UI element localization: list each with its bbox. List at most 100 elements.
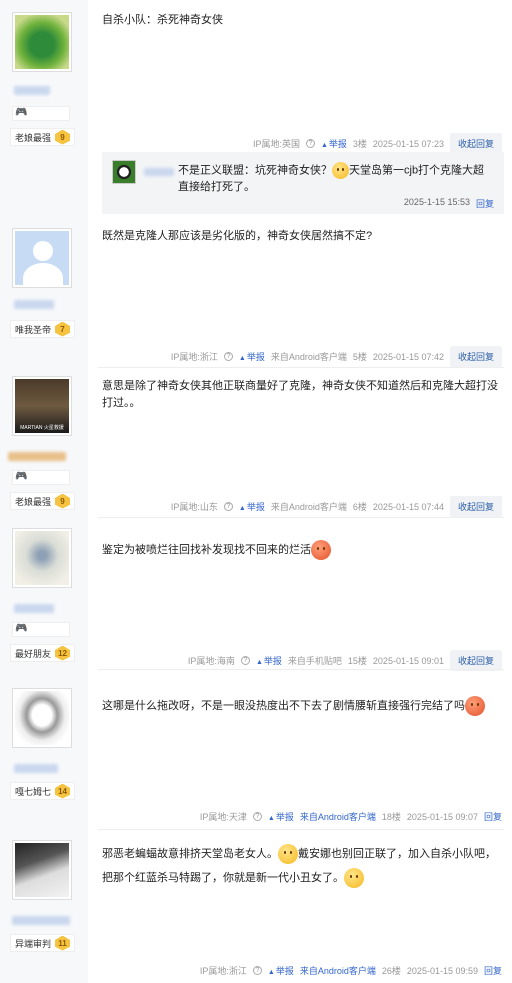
report-link[interactable]: 举报 <box>268 810 294 823</box>
reply-link[interactable]: 回复 <box>484 964 502 977</box>
sub-reply-reply-link[interactable]: 回复 <box>476 197 494 210</box>
user-sidebar: 嘎七姆七 14 <box>0 670 88 830</box>
floor-number: 18楼 <box>381 812 401 822</box>
report-link[interactable]: 举报 <box>256 654 282 667</box>
post-time: 2025-01-15 07:44 <box>372 501 444 512</box>
post-floor-6: MARTIAN 火星救援 🎮 老娘最强 9 意思是除了神奇女侠其他正联商量好了克… <box>0 368 512 518</box>
help-icon[interactable]: ? <box>240 656 250 665</box>
username[interactable] <box>12 916 70 925</box>
report-link[interactable]: 举报 <box>268 964 294 977</box>
level-badge[interactable]: 老娘最强 9 <box>10 128 76 146</box>
help-icon[interactable]: ? <box>252 812 262 821</box>
level-number: 9 <box>55 493 71 509</box>
level-badge[interactable]: 嘎七姆七 14 <box>10 782 76 800</box>
client-source[interactable]: 来自Android客户端 <box>300 964 376 977</box>
post-time: 2025-01-15 09:59 <box>406 965 478 976</box>
report-link[interactable]: 举报 <box>321 137 347 150</box>
ip-location: IP属地:英国 <box>252 139 300 149</box>
avatar[interactable] <box>12 840 72 900</box>
level-name: 异端审判 <box>15 938 52 949</box>
sub-reply: 不是正义联盟：坑死神奇女侠？ 天堂岛第一cjb打个克隆大超直接给打死了。 2025… <box>102 152 504 214</box>
user-sidebar: 🎮 老娘最强 9 <box>0 0 88 218</box>
sub-reply-time: 2025-1-15 15:53 <box>403 197 470 207</box>
post-content: 意思是除了神奇女侠其他正联商量好了克隆，神奇女侠不知道然后和克隆大超打没打过。。 <box>102 380 498 409</box>
post-time: 2025-01-15 07:23 <box>372 138 444 149</box>
floor-number: 5楼 <box>352 352 367 362</box>
help-icon[interactable]: ? <box>223 352 233 361</box>
post-time: 2025-01-15 09:07 <box>406 811 478 822</box>
sub-reply-username[interactable] <box>144 168 174 176</box>
floor-number: 15楼 <box>347 656 367 666</box>
level-name: 老娘最强 <box>15 496 52 507</box>
user-sidebar: 异端审判 11 <box>0 830 88 983</box>
level-name: 唯我圣帝 <box>15 324 52 335</box>
level-number: 11 <box>55 935 71 951</box>
post-meta: IP属地:海南? 举报 来自手机贴吧 15楼 2025-01-15 09:01 … <box>188 650 502 671</box>
collapse-reply-button[interactable]: 收起回复 <box>449 650 502 671</box>
username[interactable] <box>14 300 54 309</box>
divider <box>98 829 504 830</box>
username[interactable] <box>8 452 66 461</box>
ip-location: IP属地:浙江 <box>170 352 218 362</box>
post-floor-26: 异端审判 11 邪恶老蝙蝠故意排挤天堂岛老女人。 戴安娜也别回正联了，加入自杀小队… <box>0 830 512 983</box>
collapse-reply-button[interactable]: 收起回复 <box>449 133 502 154</box>
post-content: 既然是克隆人那应该是劣化版的，神奇女侠居然搞不定? <box>102 230 373 242</box>
level-badge[interactable]: 最好朋友 12 <box>10 644 76 662</box>
level-number: 9 <box>55 129 71 145</box>
ip-location: IP属地:天津 <box>199 812 247 822</box>
divider <box>98 517 504 518</box>
level-badge[interactable]: 老娘最强 9 <box>10 492 76 510</box>
sub-reply-content: 不是正义联盟：坑死神奇女侠？ 天堂岛第一cjb打个克隆大超直接给打死了。 <box>178 162 494 196</box>
client-source: 来自手机贴吧 <box>287 656 342 666</box>
avatar[interactable]: MARTIAN 火星救援 <box>12 376 72 436</box>
post-meta: IP属地:山东? 举报 来自Android客户端 6楼 2025-01-15 0… <box>171 496 502 517</box>
username[interactable] <box>14 86 50 95</box>
avatar[interactable] <box>12 12 72 72</box>
post-floor-5: 唯我圣帝 7 既然是克隆人那应该是劣化版的，神奇女侠居然搞不定? IP属地:浙江… <box>0 218 512 368</box>
floor-number: 26楼 <box>381 966 401 976</box>
report-link[interactable]: 举报 <box>239 500 265 513</box>
angry-emoji-icon <box>465 696 485 716</box>
level-name: 最好朋友 <box>15 648 52 659</box>
post-text: 鉴定为被喷烂往回找补发现找不回来的烂活 <box>102 543 311 556</box>
level-badge[interactable]: 异端审判 11 <box>10 934 76 952</box>
collapse-reply-button[interactable]: 收起回复 <box>449 496 502 517</box>
ip-location: IP属地:浙江 <box>199 966 247 976</box>
client-source: 来自Android客户端 <box>270 352 347 362</box>
post-floor-3: 🎮 老娘最强 9 自杀小队：杀死神奇女侠 IP属地:英国? 举报 3楼 2025… <box>0 0 512 218</box>
divider <box>98 669 504 670</box>
help-icon[interactable]: ? <box>223 502 233 511</box>
collapse-reply-button[interactable]: 收起回复 <box>449 346 502 367</box>
floor-number: 6楼 <box>352 502 367 512</box>
user-sidebar: 🎮 最好朋友 12 <box>0 518 88 670</box>
game-icon: 🎮 <box>12 622 70 637</box>
game-icon: 🎮 <box>12 470 70 485</box>
smile-emoji-icon <box>344 868 364 889</box>
avatar[interactable] <box>12 688 72 748</box>
username[interactable] <box>14 764 58 773</box>
avatar[interactable] <box>12 528 72 588</box>
floor-number: 3楼 <box>352 139 367 149</box>
post-content: 邪恶老蝙蝠故意排挤天堂岛老女人。 戴安娜也别回正联了，加入自杀小队吧，把那个红蓝杀… <box>102 842 502 890</box>
level-number: 7 <box>55 321 71 337</box>
post-content: 自杀小队：杀死神奇女侠 <box>102 14 223 26</box>
post-content: 鉴定为被喷烂往回找补发现找不回来的烂活 <box>102 540 502 560</box>
post-content: 这哪是什么拖改呀，不是一眼没热度出不下去了剧情腰斩直接强行完结了吗 <box>102 696 502 716</box>
ip-location: IP属地:海南 <box>187 656 235 666</box>
sub-reply-avatar[interactable] <box>112 160 136 184</box>
level-badge[interactable]: 唯我圣帝 7 <box>10 320 76 338</box>
help-icon[interactable]: ? <box>305 139 315 148</box>
avatar[interactable] <box>12 228 72 288</box>
reply-link[interactable]: 回复 <box>484 810 502 823</box>
post-text: 邪恶老蝙蝠故意排挤天堂岛老女人。 <box>102 848 278 860</box>
user-sidebar: 唯我圣帝 7 <box>0 218 88 368</box>
report-link[interactable]: 举报 <box>239 350 265 363</box>
divider <box>98 367 504 368</box>
client-source[interactable]: 来自Android客户端 <box>300 810 376 823</box>
post-time: 2025-01-15 07:42 <box>372 351 444 362</box>
help-icon[interactable]: ? <box>252 966 262 975</box>
post-meta: IP属地:天津? 举报 来自Android客户端 18楼 2025-01-15 … <box>200 810 502 823</box>
client-source: 来自Android客户端 <box>270 502 347 512</box>
user-sidebar: MARTIAN 火星救援 🎮 老娘最强 9 <box>0 368 88 518</box>
username[interactable] <box>14 604 54 613</box>
